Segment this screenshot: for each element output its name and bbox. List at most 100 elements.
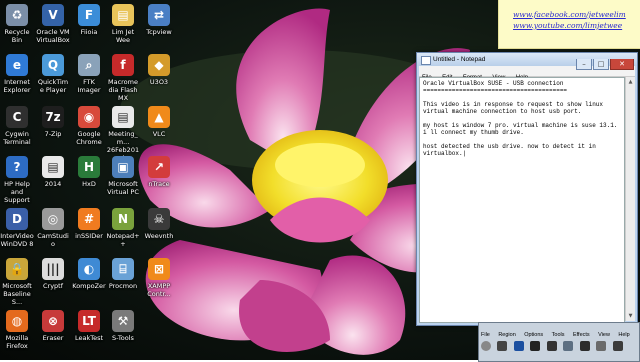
scroll-up-icon[interactable]: ▲ (627, 78, 634, 86)
record-icon[interactable] (481, 340, 491, 351)
desktop-icon-label: nTrace (148, 180, 170, 188)
notepad-window[interactable]: Untitled - Notepad –□✕ File Edit Format … (416, 52, 638, 326)
annotation-icon[interactable] (579, 340, 590, 351)
ftk-imager-icon[interactable]: ⌕ FTK Imager (72, 54, 106, 94)
hp-help-icon[interactable]: ? HP Help and Support (0, 156, 34, 204)
folder-glyph: ▤ (112, 4, 134, 26)
ie-glyph: e (6, 54, 28, 76)
recorder-tool-buttons (481, 337, 625, 355)
camstudio-glyph: ◎ (42, 208, 64, 230)
maximize-button[interactable]: □ (593, 59, 609, 70)
document-glyph: ▤ (42, 156, 64, 178)
camstudio-icon[interactable]: ◎ CamStudio (36, 208, 70, 248)
fiioia-icon[interactable]: F Fiioia (72, 4, 106, 36)
folder-icon[interactable]: ▤ Lim Jet Wee (106, 4, 140, 44)
facebook-link[interactable]: www.facebook.com/jetweelim (499, 9, 640, 20)
desktop-icon-label: Weevnth (144, 232, 174, 240)
leaktest-icon[interactable]: LT LeakTest (72, 310, 106, 342)
doc-2014-icon[interactable]: ▤ 2014 (36, 156, 70, 188)
ftk-glyph: ⌕ (78, 54, 100, 76)
sticky-note[interactable]: www.facebook.com/jetweelim www.youtube.c… (498, 0, 640, 49)
camera-icon[interactable] (546, 340, 557, 351)
zoom-icon[interactable] (563, 340, 574, 351)
chrome-glyph: ◉ (78, 106, 100, 128)
windvd-glyph: D (6, 208, 28, 230)
desktop-icon-label: KompoZer (72, 282, 106, 290)
procmon-icon[interactable]: ⌸ Procmon (106, 258, 140, 290)
lock-glyph: 🔒 (6, 258, 28, 280)
virtualbox-glyph: V (42, 4, 64, 26)
weevnth-icon[interactable]: ☠ Weevnth (142, 208, 176, 240)
windvd-icon[interactable]: D InterVideo WinDVD 8 (0, 208, 34, 248)
desktop-icon-label: Procmon (108, 282, 138, 290)
quicktime-icon[interactable]: Q QuickTime Player (36, 54, 70, 94)
cryptf-icon[interactable]: ||| Cryptf (36, 258, 70, 290)
xampp-icon[interactable]: ⊠ XAMPP Contr... (142, 258, 176, 298)
scroll-down-icon[interactable]: ▼ (627, 312, 634, 320)
vlc-icon[interactable]: ▲ VLC (142, 106, 176, 138)
firefox-icon[interactable]: ◍ Mozilla Firefox (0, 310, 34, 350)
desktop-icon-label: Recycle Bin (4, 28, 30, 44)
desktop-icon-label: Cryptf (42, 282, 64, 290)
tools-glyph: ⚒ (112, 310, 134, 332)
hxd-glyph: H (78, 156, 100, 178)
tcpview-glyph: ⇄ (148, 4, 170, 26)
desktop-icon-label: HP Help and Support (4, 180, 30, 204)
loop-icon[interactable] (596, 340, 607, 351)
chrome-icon[interactable]: ◉ Google Chrome (72, 106, 106, 146)
document-glyph: ▤ (112, 106, 134, 128)
virtualbox-icon[interactable]: V Oracle VM VirtualBox (36, 4, 70, 44)
internet-explorer-icon[interactable]: e Internet Explorer (0, 54, 34, 94)
quicktime-glyph: Q (42, 54, 64, 76)
virtual-pc-icon[interactable]: ▣ Microsoft Virtual PC (106, 156, 140, 196)
ntrace-icon[interactable]: ↗ nTrace (142, 156, 176, 188)
vertical-scrollbar[interactable]: ▲ ▼ (625, 77, 635, 321)
kompozer-icon[interactable]: ◐ KompoZer (72, 258, 106, 290)
desktop-icon-label: Macromedia Flash MX (107, 78, 138, 102)
inssider-glyph: # (78, 208, 100, 230)
desktop-icon-label: 2014 (44, 180, 62, 188)
notepad-content: Oracle VirtualBox SUSE - USB connection … (423, 80, 618, 157)
7zip-icon[interactable]: 7z 7-Zip (36, 106, 70, 138)
desktop-icon-label: LeakTest (74, 334, 104, 342)
hxd-icon[interactable]: H HxD (72, 156, 106, 188)
cygwin-glyph: C (6, 106, 28, 128)
flash-mx-icon[interactable]: f Macromedia Flash MX (106, 54, 140, 102)
recycle-bin-glyph: ♻ (6, 4, 28, 26)
desktop-icon-label: Tcpview (146, 28, 172, 36)
minimize-button[interactable]: – (576, 59, 592, 70)
leaktest-glyph: LT (78, 310, 100, 332)
meeting-doc-icon[interactable]: ▤Meeting_m... 26Feb2014 (106, 106, 140, 162)
desktop-icon-label: CamStudio (37, 232, 69, 248)
help-glyph: ? (6, 156, 28, 178)
recycle-bin-icon[interactable]: ♻ Recycle Bin (0, 4, 34, 44)
virtual-pc-glyph: ▣ (112, 156, 134, 178)
window-controls: – □ ✕ (575, 53, 634, 70)
notepad-title: Untitled - Notepad (433, 56, 486, 63)
s-tools-icon[interactable]: ⚒ S-Tools (106, 310, 140, 342)
region-icon[interactable] (530, 340, 541, 351)
close-button[interactable]: ✕ (610, 59, 634, 70)
settings-icon[interactable] (612, 340, 623, 351)
desktop-icon-label: QuickTime Player (37, 78, 69, 94)
desktop-icon-label: InterVideo WinDVD 8 (0, 232, 34, 248)
u3o3-glyph: ◆ (148, 54, 170, 76)
recorder-toolbar[interactable]: File Region Options Tools Effects View H… (478, 322, 640, 362)
cygwin-icon[interactable]: C Cygwin Terminal (0, 106, 34, 146)
pause-icon[interactable] (497, 340, 508, 351)
notepad-titlebar[interactable]: Untitled - Notepad – □ ✕ (417, 53, 637, 70)
eraser-icon[interactable]: ⊗ Eraser (36, 310, 70, 342)
u3o3-icon[interactable]: ◆ U3O3 (142, 54, 176, 86)
notepad-text-area[interactable]: Oracle VirtualBox SUSE - USB connection … (419, 77, 625, 323)
baseline-security-icon[interactable]: 🔒 Microsoft Baseline S... (0, 258, 34, 306)
inssider-icon[interactable]: # inSSIDer (72, 208, 106, 240)
stop-icon[interactable] (513, 340, 524, 351)
desktop-icon-label: FTK Imager (77, 78, 101, 94)
notepad-plus-icon[interactable]: N Notepad++ (106, 208, 140, 248)
desktop-icon-label: 7-Zip (44, 130, 62, 138)
youtube-link[interactable]: www.youtube.com/limjetwee (499, 20, 640, 31)
desktop-icon-label: Google Chrome (76, 130, 102, 146)
eraser-glyph: ⊗ (42, 310, 64, 332)
kompozer-glyph: ◐ (78, 258, 100, 280)
tcpview-icon[interactable]: ⇄ Tcpview (142, 4, 176, 36)
